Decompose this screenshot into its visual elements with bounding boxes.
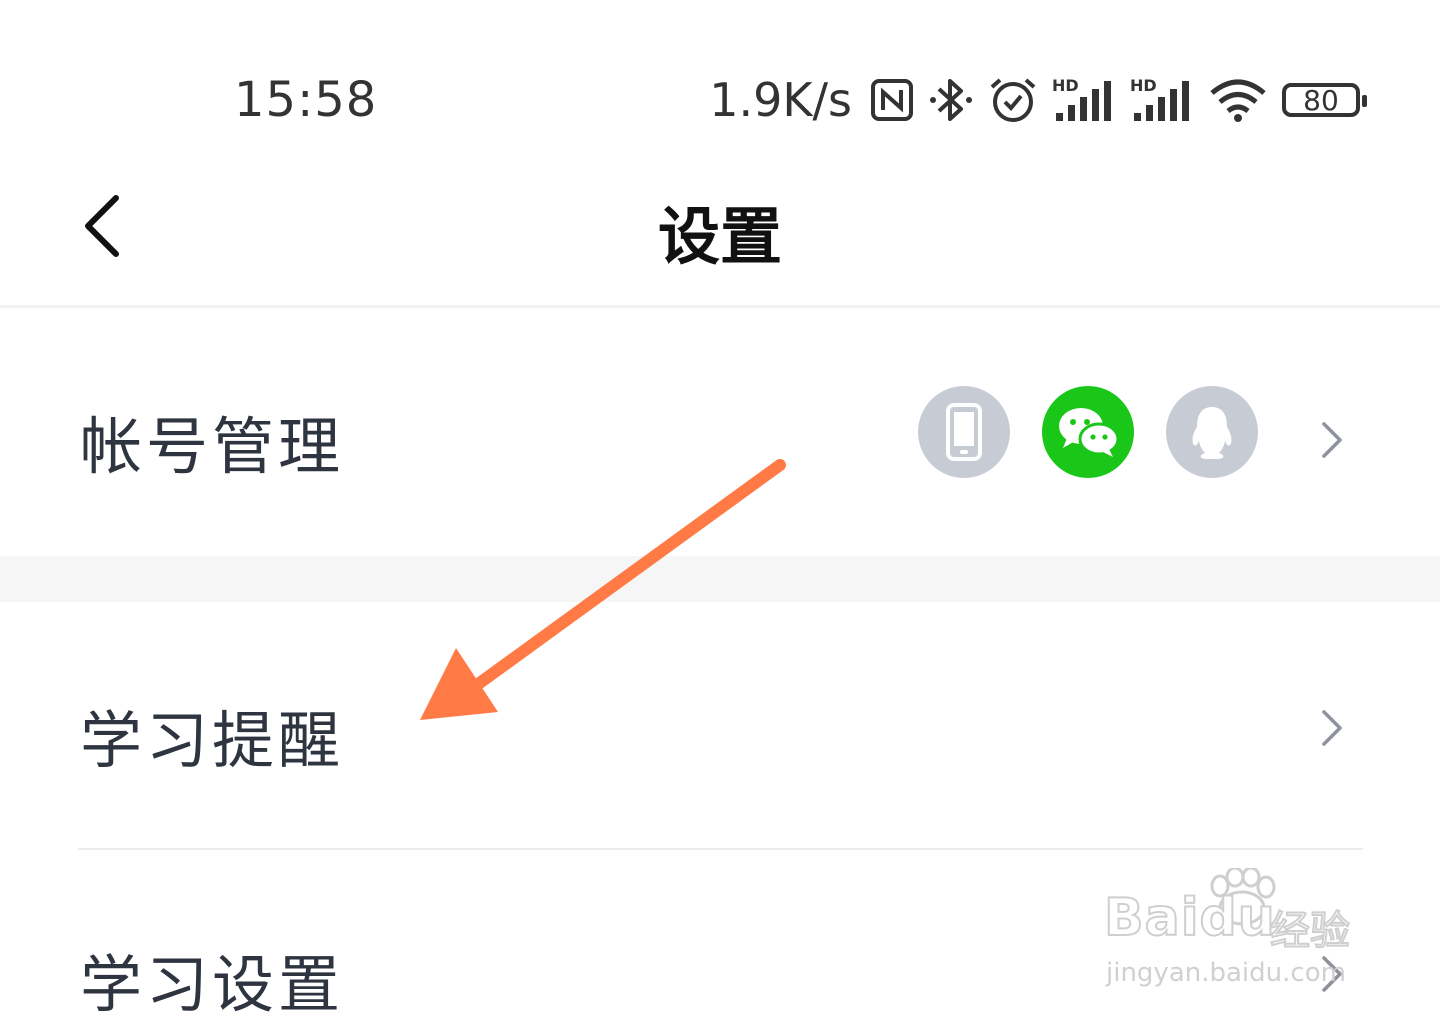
chevron-right-icon xyxy=(1322,422,1342,458)
section-divider xyxy=(0,556,1440,602)
svg-text:HD: HD xyxy=(1130,76,1157,95)
chevron-right-icon xyxy=(1322,710,1342,746)
linked-accounts xyxy=(918,386,1258,478)
wifi-icon xyxy=(1208,75,1268,125)
phone-icon xyxy=(918,386,1010,478)
status-icons: 1.9K/s HD HD 80 xyxy=(709,70,1367,130)
nav-bar: 设置 xyxy=(0,150,1440,308)
row-label: 学习设置 xyxy=(80,948,345,1021)
qq-icon xyxy=(1166,386,1258,478)
row-label: 帐号管理 xyxy=(80,410,345,483)
page-title: 设置 xyxy=(657,200,782,273)
svg-text:HD: HD xyxy=(1052,76,1079,95)
battery-indicator: 80 xyxy=(1282,83,1367,117)
signal-hd-icon: HD xyxy=(1052,75,1116,125)
row-label: 学习提醒 xyxy=(80,704,345,777)
wechat-icon xyxy=(1042,386,1134,478)
status-time: 15:58 xyxy=(234,72,378,128)
study-reminder-row[interactable]: 学习提醒 xyxy=(0,602,1440,848)
nfc-icon xyxy=(870,78,914,122)
net-speed: 1.9K/s xyxy=(709,73,852,127)
signal-hd-icon: HD xyxy=(1130,75,1194,125)
alarm-icon xyxy=(988,75,1038,125)
bluetooth-icon xyxy=(928,75,974,125)
account-management-row[interactable]: 帐号管理 xyxy=(0,308,1440,556)
status-bar: 15:58 1.9K/s HD HD 80 xyxy=(0,0,1440,150)
study-settings-row[interactable]: 学习设置 xyxy=(0,850,1440,1023)
chevron-right-icon xyxy=(1322,956,1342,992)
